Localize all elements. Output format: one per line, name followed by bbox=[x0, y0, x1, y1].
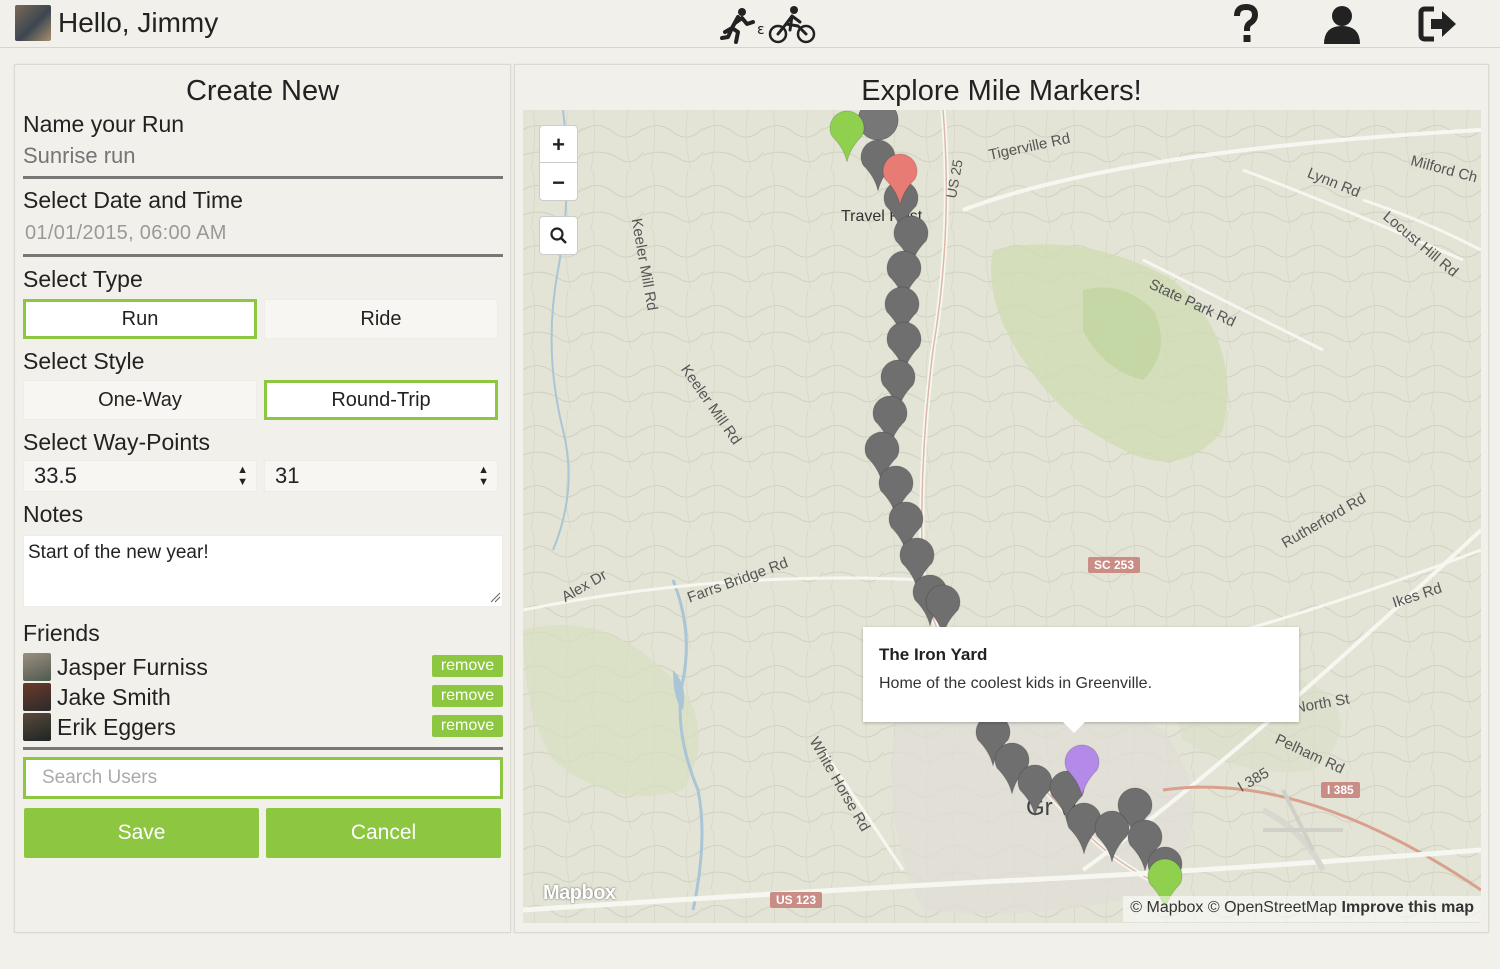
popup-description: Home of the coolest kids in Greenville. bbox=[879, 675, 1153, 692]
notes-textarea[interactable]: Start of the new year! bbox=[23, 535, 503, 607]
select-arrows-icon: ▲ ▼ bbox=[478, 464, 489, 488]
zoom-out-button[interactable]: − bbox=[540, 164, 577, 201]
run-bike-icon[interactable]: ε bbox=[720, 4, 820, 44]
zoom-in-button[interactable]: + bbox=[540, 126, 577, 163]
remove-friend-button[interactable]: remove bbox=[432, 715, 503, 737]
style-label: Select Style bbox=[23, 348, 145, 374]
friend-name: Erik Eggers bbox=[57, 714, 176, 740]
search-icon[interactable] bbox=[539, 216, 578, 255]
waypoint-end-value: 31 bbox=[275, 463, 300, 488]
friend-name: Jake Smith bbox=[57, 684, 171, 710]
resize-grip-icon[interactable] bbox=[489, 591, 501, 603]
friend-item: Jake Smith remove bbox=[23, 683, 503, 713]
friend-item: Erik Eggers remove bbox=[23, 713, 503, 743]
avatar bbox=[23, 683, 51, 711]
type-ride-button[interactable]: Ride bbox=[264, 299, 498, 339]
name-label: Name your Run bbox=[23, 111, 185, 137]
panel-title: Create New bbox=[185, 75, 340, 107]
start-marker[interactable] bbox=[829, 110, 865, 163]
date-label: Select Date and Time bbox=[23, 187, 243, 213]
waypoint-end-select[interactable]: 31 ▲ ▼ bbox=[264, 460, 498, 492]
remove-friend-button[interactable]: remove bbox=[432, 685, 503, 707]
run-name-input[interactable] bbox=[23, 135, 503, 179]
map-popup: The Iron Yard Home of the coolest kids i… bbox=[863, 627, 1299, 733]
popup-tip bbox=[1063, 722, 1085, 733]
style-round-trip-button[interactable]: Round-Trip bbox=[264, 380, 498, 420]
map-attribution: © Mapbox © OpenStreetMap Improve this ma… bbox=[1123, 896, 1481, 922]
create-panel: Create New Name your Run Select Date and… bbox=[14, 64, 511, 933]
divider bbox=[23, 747, 503, 750]
waypoint-start-select[interactable]: 33.5 ▲ ▼ bbox=[23, 460, 257, 492]
greeting: Hello, Jimmy bbox=[58, 7, 219, 38]
type-run-button[interactable]: Run bbox=[23, 299, 257, 339]
route-marker[interactable] bbox=[1094, 810, 1130, 863]
waypoint-start-value: 33.5 bbox=[34, 463, 77, 488]
avatar bbox=[23, 653, 51, 681]
waypoints-label: Select Way-Points bbox=[23, 429, 211, 455]
remove-friend-button[interactable]: remove bbox=[432, 655, 503, 677]
friend-item: Jasper Furniss remove bbox=[23, 653, 503, 683]
route-marker[interactable] bbox=[1017, 764, 1053, 817]
notes-label: Notes bbox=[23, 501, 84, 527]
question-icon[interactable] bbox=[1226, 4, 1266, 44]
mapbox-logo[interactable]: Mapbox bbox=[543, 882, 616, 905]
avatar bbox=[23, 713, 51, 741]
style-one-way-button[interactable]: One-Way bbox=[23, 380, 257, 420]
friends-label: Friends bbox=[23, 620, 100, 646]
popup-title: The Iron Yard bbox=[879, 645, 988, 664]
cancel-button[interactable]: Cancel bbox=[266, 808, 501, 858]
attribution-text[interactable]: © Mapbox © OpenStreetMap bbox=[1130, 899, 1337, 916]
friend-name: Jasper Furniss bbox=[57, 654, 208, 680]
svg-text:ε: ε bbox=[757, 22, 765, 38]
date-time-input[interactable] bbox=[23, 213, 503, 257]
type-label: Select Type bbox=[23, 266, 143, 292]
zoom-control: + − bbox=[539, 125, 578, 201]
user-icon[interactable] bbox=[1322, 4, 1362, 44]
save-button[interactable]: Save bbox=[24, 808, 259, 858]
route-markers[interactable] bbox=[523, 110, 1481, 923]
app-header: Hello, Jimmy ε bbox=[0, 0, 1500, 48]
improve-map-link[interactable]: Improve this map bbox=[1342, 899, 1474, 916]
explore-panel: Explore Mile Markers! Tigerville Rd Milf… bbox=[514, 64, 1489, 933]
avatar[interactable] bbox=[15, 5, 51, 41]
panel-title: Explore Mile Markers! bbox=[861, 75, 1142, 107]
sign-out-icon[interactable] bbox=[1418, 4, 1458, 44]
map[interactable]: Tigerville Rd Milford Ch Lynn Rd Locust … bbox=[523, 110, 1481, 923]
select-arrows-icon: ▲ ▼ bbox=[237, 464, 248, 488]
search-users-input[interactable] bbox=[23, 757, 503, 799]
